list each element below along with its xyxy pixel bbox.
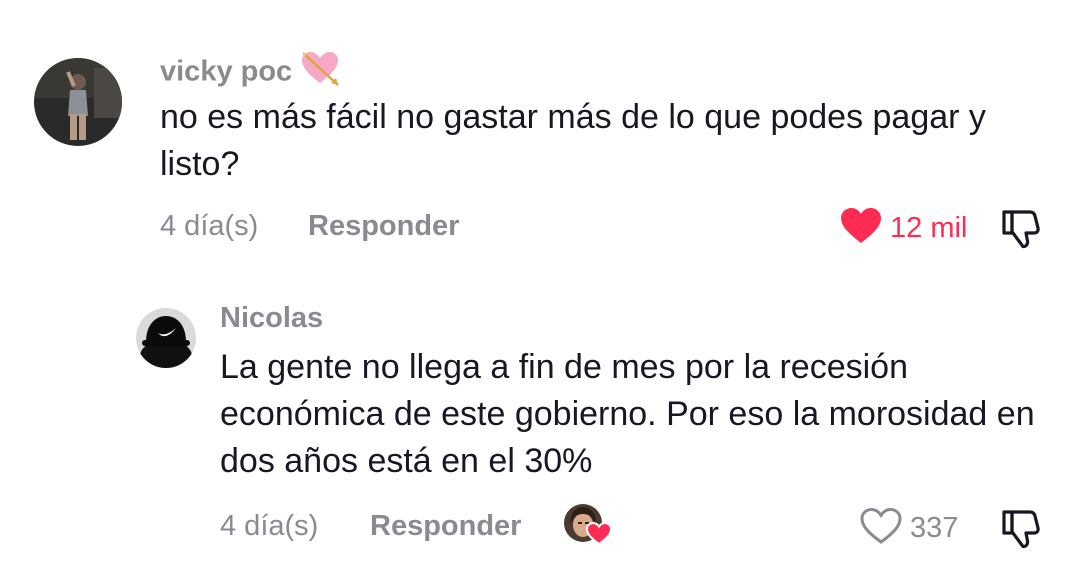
dislike-button[interactable]: [1000, 206, 1046, 257]
thumbs-down-icon: [1000, 510, 1046, 556]
like-count: 12 mil: [890, 212, 968, 244]
heart-outline-icon: [860, 507, 902, 550]
comment-username[interactable]: vicky poc: [160, 50, 340, 96]
heart-icon: [585, 521, 613, 551]
like-count: 337: [910, 512, 959, 544]
avatar[interactable]: [34, 58, 122, 146]
like-button[interactable]: 337: [860, 507, 958, 550]
comment-text: no es más fácil no gastar más de lo que …: [160, 98, 986, 183]
reply-button[interactable]: Responder: [308, 210, 459, 243]
dislike-button[interactable]: [1000, 506, 1046, 557]
like-button[interactable]: 12 mil: [840, 207, 967, 250]
username-text: vicky poc: [160, 55, 293, 88]
heart-filled-icon: [840, 207, 882, 250]
thumbs-down-icon: [1000, 210, 1046, 256]
heart-with-arrow-icon: [300, 50, 340, 96]
comment-timestamp: 4 día(s): [160, 210, 259, 242]
creator-liked-badge: [564, 504, 613, 551]
comment-timestamp: 4 día(s): [220, 510, 319, 542]
comment-text: La gente no llega a fin de mes por la re…: [220, 348, 1035, 480]
avatar[interactable]: [136, 308, 196, 368]
reply-button[interactable]: Responder: [370, 510, 521, 543]
comment-username[interactable]: Nicolas: [220, 302, 323, 335]
